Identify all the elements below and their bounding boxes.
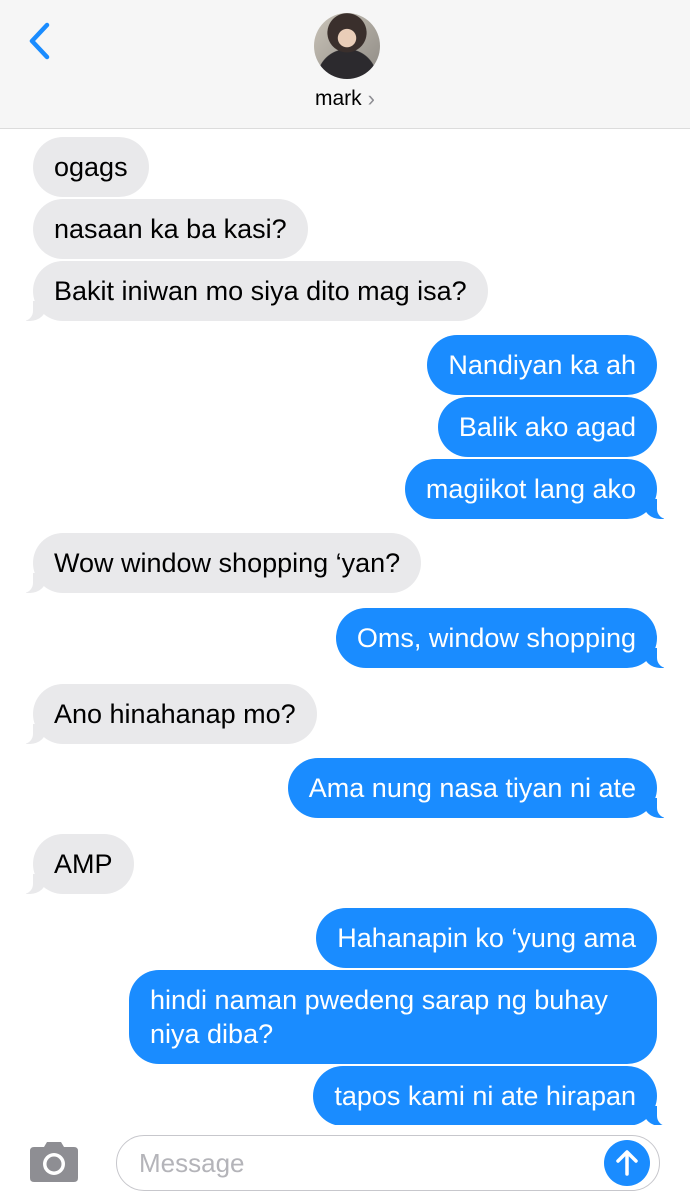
chevron-left-icon <box>29 22 50 60</box>
camera-button[interactable] <box>28 1141 80 1183</box>
conversation-header: mark › <box>0 0 690 129</box>
back-button[interactable] <box>18 18 60 64</box>
arrow-up-icon <box>616 1150 638 1176</box>
message-incoming[interactable]: ogags <box>33 137 149 197</box>
message-outgoing[interactable]: Balik ako agad <box>437 397 657 457</box>
message-thread[interactable]: ogags nasaan ka ba kasi? Bakit iniwan mo… <box>0 130 690 1130</box>
message-composer: Message <box>0 1125 690 1200</box>
message-incoming[interactable]: AMP <box>23 834 134 894</box>
message-outgoing[interactable]: tapos kami ni ate hirapan <box>313 1066 667 1126</box>
message-incoming[interactable]: nasaan ka ba kasi? <box>33 199 308 259</box>
message-incoming[interactable]: Wow window shopping ‘yan? <box>22 533 422 593</box>
message-input-placeholder: Message <box>139 1147 245 1178</box>
message-outgoing[interactable]: Oms, window shopping <box>335 608 668 668</box>
chevron-right-icon: › <box>367 86 375 111</box>
message-outgoing[interactable]: Ama nung nasa tiyan ni ate <box>287 758 668 818</box>
message-outgoing[interactable]: hindi naman pwedeng sarap ng buhay niya … <box>129 970 657 1064</box>
message-outgoing[interactable]: Hahanapin ko ‘yung ama <box>316 908 657 968</box>
message-outgoing[interactable]: Nandiyan ka ah <box>427 335 657 395</box>
message-incoming[interactable]: Ano hinahanap mo? <box>23 684 317 744</box>
contact-avatar[interactable] <box>314 13 380 79</box>
camera-icon <box>30 1142 78 1182</box>
message-outgoing[interactable]: magiikot lang ako <box>404 459 668 519</box>
message-incoming[interactable]: Bakit iniwan mo siya dito mag isa? <box>23 261 488 321</box>
send-button[interactable] <box>604 1140 650 1186</box>
contact-name-button[interactable]: mark › <box>0 86 690 112</box>
contact-name: mark <box>315 87 362 110</box>
message-input[interactable]: Message <box>116 1135 660 1191</box>
